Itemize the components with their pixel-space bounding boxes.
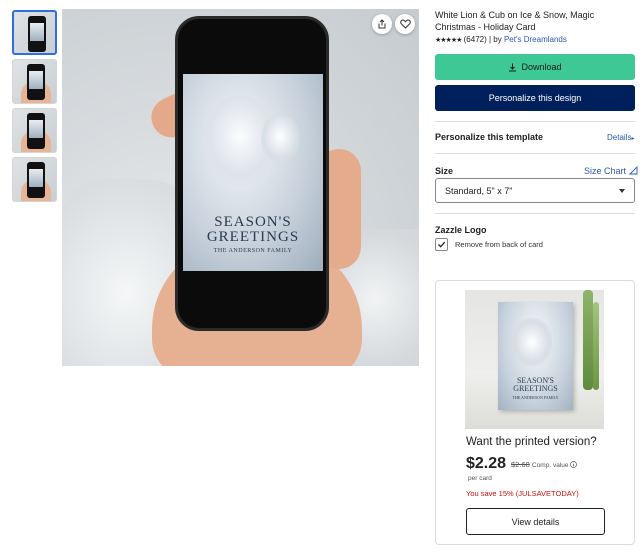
card-family-name: THE ANDERSON FAMILY bbox=[213, 248, 293, 254]
comp-value[interactable]: Comp. value bbox=[532, 461, 578, 469]
thumbnail-strip bbox=[12, 10, 58, 206]
product-title: White Lion & Cub on Ice & Snow, Magic Ch… bbox=[435, 10, 595, 32]
size-heading: Size bbox=[435, 166, 454, 176]
details-link[interactable]: Details▸ bbox=[607, 133, 634, 142]
rating-row: ★★★★★ (6472) | by Pet's Dreamlands bbox=[435, 35, 567, 44]
printed-card-line3: THE ANDERSON FAMILY bbox=[512, 395, 559, 400]
favorite-button[interactable] bbox=[395, 14, 415, 34]
divider bbox=[435, 213, 635, 214]
plant-decoration bbox=[593, 302, 599, 390]
thumb-phone-image bbox=[27, 64, 45, 100]
heart-icon bbox=[399, 19, 411, 29]
share-icon bbox=[378, 19, 386, 29]
info-icon bbox=[570, 461, 578, 468]
printed-version-question: Want the printed version? bbox=[466, 436, 597, 448]
thumbnail-4[interactable] bbox=[12, 157, 57, 202]
remove-logo-checkbox[interactable] bbox=[435, 238, 448, 251]
main-product-image[interactable]: SEASON'S GREETINGS THE ANDERSON FAMILY bbox=[62, 9, 419, 366]
ruler-icon bbox=[628, 165, 637, 175]
per-card-label: per card bbox=[468, 475, 492, 482]
thumbnail-2[interactable] bbox=[12, 59, 57, 104]
by-label: | by bbox=[488, 35, 502, 44]
store-link[interactable]: Pet's Dreamlands bbox=[504, 35, 567, 44]
printed-card-image[interactable]: SEASON'S GREETINGS THE ANDERSON FAMILY bbox=[465, 290, 604, 429]
printed-card-mockup: SEASON'S GREETINGS THE ANDERSON FAMILY bbox=[498, 302, 573, 410]
personalize-button[interactable]: Personalize this design bbox=[435, 85, 635, 111]
divider bbox=[435, 121, 635, 122]
original-price: $2.68 bbox=[511, 460, 530, 469]
logo-heading: Zazzle Logo bbox=[435, 225, 487, 235]
phone-mockup: SEASON'S GREETINGS THE ANDERSON FAMILY bbox=[175, 16, 329, 331]
comp-value-label: Comp. value bbox=[532, 462, 569, 469]
share-button[interactable] bbox=[372, 14, 392, 34]
template-heading: Personalize this template bbox=[435, 132, 544, 142]
caret-right-icon: ▸ bbox=[631, 136, 635, 142]
lion-illustration bbox=[512, 318, 552, 366]
remove-logo-label[interactable]: Remove from back of card bbox=[455, 240, 543, 249]
rating-stars[interactable]: ★★★★★ bbox=[435, 37, 462, 44]
details-label: Details bbox=[607, 133, 632, 142]
size-chart-label: Size Chart bbox=[584, 166, 627, 176]
price: $2.28 bbox=[466, 455, 507, 472]
caret-down-icon bbox=[619, 189, 625, 193]
card-preview: SEASON'S GREETINGS THE ANDERSON FAMILY bbox=[183, 74, 323, 271]
thumbnail-3[interactable] bbox=[12, 108, 57, 153]
thumbnail-1[interactable] bbox=[12, 10, 57, 55]
review-count[interactable]: (6472) bbox=[464, 35, 487, 44]
savings-text: You save 15% (JULSAVETODAY) bbox=[466, 489, 579, 498]
thumb-phone-image bbox=[28, 16, 46, 52]
divider bbox=[435, 153, 635, 154]
download-button[interactable]: Download bbox=[435, 54, 635, 80]
printed-card-line2: GREETINGS bbox=[513, 384, 558, 393]
cub-illustration bbox=[261, 116, 299, 162]
download-label: Download bbox=[521, 62, 562, 72]
card-greeting-line2: GREETINGS bbox=[206, 229, 300, 245]
plant-decoration bbox=[583, 290, 593, 390]
checkmark-icon bbox=[438, 241, 446, 248]
size-selected-value: Standard, 5" x 7" bbox=[445, 185, 513, 196]
view-details-button[interactable]: View details bbox=[466, 508, 605, 535]
size-select[interactable]: Standard, 5" x 7" bbox=[435, 178, 635, 203]
thumb-phone-image bbox=[27, 162, 45, 198]
thumb-phone-image bbox=[27, 113, 45, 149]
size-chart-link[interactable]: Size Chart bbox=[584, 165, 638, 176]
download-icon bbox=[509, 63, 517, 71]
